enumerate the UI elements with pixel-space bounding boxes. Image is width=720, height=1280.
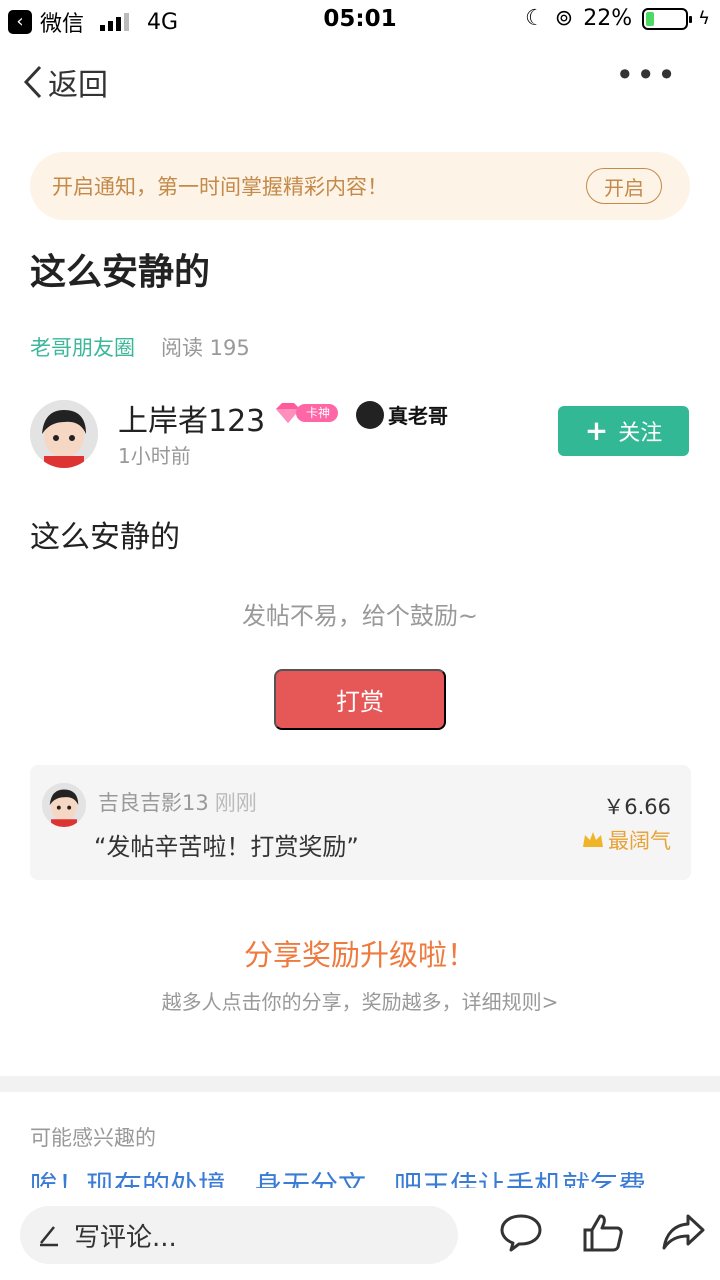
brand-badge-label: 真老哥 (388, 404, 448, 428)
status-bar: ‹ 微信 4G 05:01 ☾ ⊚ 22% ϟ (0, 0, 720, 40)
tip-message: “发帖辛苦啦！打赏奖励” (94, 833, 359, 861)
enable-notification-button[interactable]: 开启 (586, 168, 662, 204)
more-icon: ••• (615, 56, 678, 94)
tip-amount: ￥6.66 (603, 795, 671, 819)
level-badge: 卡神 (274, 402, 339, 424)
more-button[interactable]: ••• (615, 56, 678, 94)
pencil-icon (40, 1226, 58, 1247)
interest-label: 可能感兴趣的 (30, 1126, 156, 1150)
face-icon (356, 400, 384, 429)
tipper-name: 吉良吉影13 (98, 791, 209, 815)
follow-label: 关注 (618, 421, 663, 446)
rotation-lock-icon: ⊚ (554, 6, 574, 31)
share-rules-link[interactable]: 越多人点击你的分享，奖励越多，详细规则> (0, 986, 720, 1015)
section-divider (0, 1076, 720, 1092)
tipper-info: 吉良吉影13 刚刚 (98, 787, 257, 817)
back-button[interactable]: 返回 (22, 60, 108, 104)
comment-input[interactable]: 写评论... (20, 1206, 458, 1264)
interest-item-title: 唉！现在的处境，身无分文，吧王佳让手机就乞费 (30, 1172, 646, 1188)
author-name[interactable]: 上岸者123 (118, 396, 265, 440)
read-count: 阅读 195 (161, 336, 250, 360)
plus-icon: + (584, 414, 609, 447)
notification-text: 开启通知，第一时间掌握精彩内容！ (52, 175, 388, 199)
comment-placeholder: 写评论... (74, 1222, 177, 1253)
crown-icon (583, 832, 603, 847)
reward-prompt: 发帖不易，给个鼓励~ (241, 602, 479, 630)
follow-button[interactable]: + 关注 (558, 406, 689, 456)
tipper-avatar (42, 783, 86, 827)
nav-bar: 返回 ••• (0, 56, 720, 106)
bottom-bar: 写评论... (0, 1192, 720, 1280)
like-icon[interactable] (580, 1210, 626, 1256)
post-time: 1小时前 (118, 444, 191, 468)
moon-icon: ☾ (525, 6, 545, 31)
tip-card[interactable]: 吉良吉影13 刚刚 “发帖辛苦啦！打赏奖励” ￥6.66 最阔气 (30, 765, 691, 880)
share-icon[interactable] (660, 1210, 706, 1256)
author-avatar[interactable] (30, 400, 98, 468)
battery-icon (642, 7, 693, 30)
brand-badge: 真老哥 (356, 400, 448, 429)
tip-time: 刚刚 (214, 791, 257, 815)
chevron-left-icon (23, 65, 42, 99)
level-badge-label: 卡神 (296, 404, 339, 422)
reward-button[interactable]: 打赏 (274, 669, 446, 730)
circle-link[interactable]: 老哥朋友圈 (30, 332, 135, 362)
comment-icon[interactable] (498, 1210, 544, 1256)
notification-banner: 开启通知，第一时间掌握精彩内容！ 开启 (30, 152, 690, 220)
charging-icon: ϟ (698, 8, 710, 29)
post-body: 这么安静的 (30, 520, 180, 555)
post-meta: 老哥朋友圈 阅读 195 (30, 332, 250, 362)
post-title: 这么安静的 (30, 252, 211, 293)
top-tipper-label: 最阔气 (608, 829, 671, 853)
share-title: 分享奖励升级啦！ (243, 938, 476, 972)
interest-item[interactable]: 唉！现在的处境，身无分文，吧王佳让手机就乞费 (30, 1172, 690, 1188)
battery-percent: 22% (583, 6, 633, 31)
back-label: 返回 (48, 68, 108, 103)
status-right: ☾ ⊚ 22% ϟ (525, 6, 710, 31)
top-tipper-tag: 最阔气 (582, 825, 671, 855)
